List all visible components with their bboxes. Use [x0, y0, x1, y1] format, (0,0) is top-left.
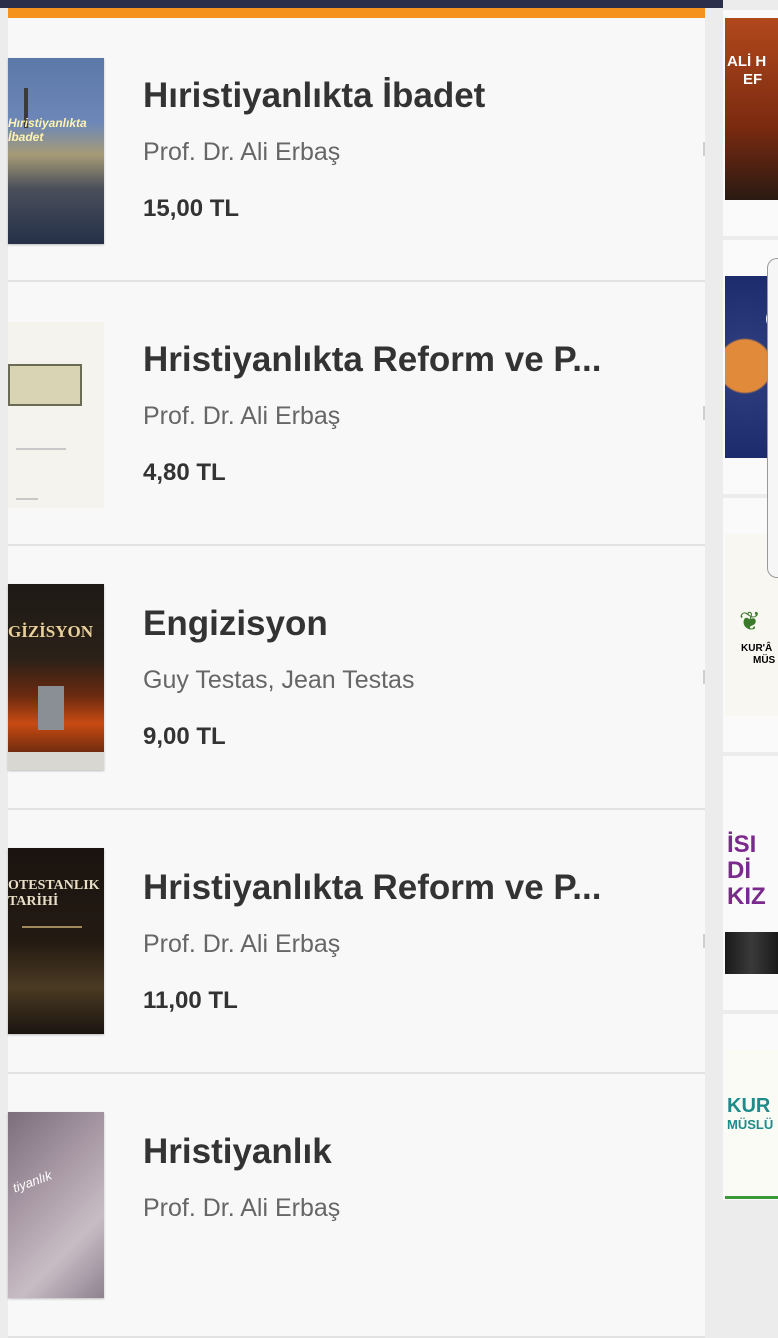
side-cover-text: Dİ — [727, 857, 751, 884]
side-cover-text: KUR — [727, 1095, 771, 1117]
card-edge-mark — [703, 670, 705, 684]
side-cover-text: MÜSLÜ — [727, 1117, 774, 1132]
book-price: 15,00 TL — [143, 195, 240, 222]
book-price: 11,00 TL — [143, 987, 238, 1014]
side-cover-text: KUR'Â — [741, 643, 773, 654]
book-list-item[interactable]: OTESTANLIK TARİHİ Hristiyanlıkta Reform … — [8, 810, 705, 1074]
cover-title-text: tiyanlık — [10, 1167, 54, 1196]
side-cover-leaf: ❦ — [739, 606, 761, 636]
side-cover-text: MÜS — [753, 655, 776, 666]
side-cover-text: EF — [743, 71, 763, 88]
cover-publisher-line — [16, 498, 38, 500]
cover-title-text: OTESTANLIK TARİHİ — [8, 878, 100, 909]
book-cover-image[interactable] — [8, 322, 104, 508]
book-list-item[interactable]: Hıristiyanlıkta İbadet Hıristiyanlıkta İ… — [8, 18, 705, 282]
side-cover-text: ALİ H — [727, 53, 767, 70]
side-cover-figures — [725, 932, 778, 974]
book-title[interactable]: Hristiyanlıkta Reform ve P... — [143, 868, 663, 908]
book-author: Prof. Dr. Ali Erbaş — [143, 402, 341, 430]
side-panel-popup-edge[interactable] — [767, 258, 778, 578]
book-author: Prof. Dr. Ali Erbaş — [143, 930, 341, 958]
book-title[interactable]: Hristiyanlık — [143, 1132, 663, 1172]
side-book-cover[interactable]: ALİ H EF — [725, 18, 778, 200]
card-edge-mark — [703, 406, 705, 420]
book-cover-image[interactable]: tiyanlık — [8, 1112, 104, 1298]
side-book-cover[interactable]: İSI Dİ KIZ — [725, 792, 778, 974]
book-cover-image[interactable]: Hıristiyanlıkta İbadet — [8, 58, 104, 244]
book-author: Prof. Dr. Ali Erbaş — [143, 1194, 341, 1222]
side-cover-text: İSI — [727, 831, 757, 858]
side-recommendation-column: ALİ H EF Ö ❦ KUR'Â MÜS İSI Dİ KIZ KUR MÜ… — [723, 0, 778, 1200]
card-edge-mark — [703, 142, 705, 156]
side-book-cover[interactable]: KUR MÜSLÜ — [725, 1050, 778, 1199]
book-list-item[interactable]: Hristiyanlıkta Reform ve P... Prof. Dr. … — [8, 282, 705, 546]
card-edge-mark — [703, 934, 705, 948]
cover-divider — [22, 926, 82, 928]
side-cover-text: KIZ — [727, 883, 766, 910]
book-price: 4,80 TL — [143, 459, 226, 486]
cover-author-line — [16, 448, 66, 450]
side-book-card[interactable]: İSI Dİ KIZ — [723, 756, 778, 1010]
app-top-bar — [0, 0, 778, 8]
book-title[interactable]: Engizisyon — [143, 604, 663, 644]
book-list-item[interactable]: tiyanlık Hristiyanlık Prof. Dr. Ali Erba… — [8, 1074, 705, 1338]
cover-title-text: Hıristiyanlıkta İbadet — [8, 116, 87, 144]
book-price: 9,00 TL — [143, 723, 226, 750]
book-list-item[interactable]: GİZİSYON Engizisyon Guy Testas, Jean Tes… — [8, 546, 705, 810]
book-title[interactable]: Hristiyanlıkta Reform ve P... — [143, 340, 663, 380]
side-book-card[interactable]: KUR MÜSLÜ — [723, 1014, 778, 1200]
cover-footer-band — [8, 752, 104, 770]
side-book-card[interactable]: ALİ H EF — [723, 10, 778, 236]
cover-title-text: GİZİSYON — [8, 622, 94, 641]
book-title[interactable]: Hıristiyanlıkta İbadet — [143, 76, 663, 116]
book-cover-image[interactable]: GİZİSYON — [8, 584, 104, 770]
book-author: Guy Testas, Jean Testas — [143, 666, 415, 694]
book-cover-image[interactable]: OTESTANLIK TARİHİ — [8, 848, 104, 1034]
orange-accent-bar — [8, 8, 705, 18]
cover-figure — [38, 686, 64, 730]
cover-title-plate — [8, 364, 82, 406]
book-author: Prof. Dr. Ali Erbaş — [143, 138, 341, 166]
